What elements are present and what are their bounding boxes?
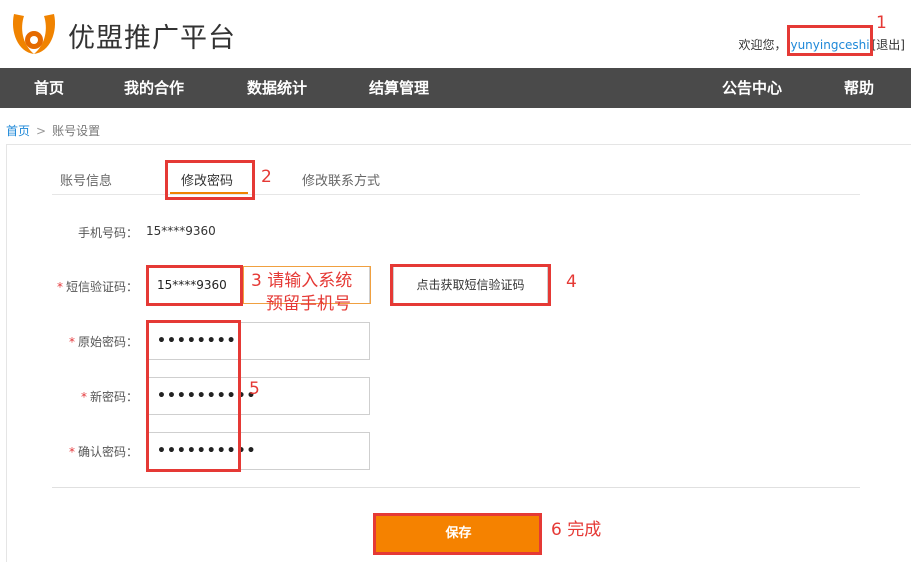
breadcrumb-current: 账号设置 [52, 124, 101, 138]
nav-item-settlement[interactable]: 结算管理 [369, 68, 429, 108]
old-password-label: * 原始密码： [68, 335, 138, 349]
annotation-number-1: 1 [876, 13, 887, 33]
nav-item-cooperation[interactable]: 我的合作 [124, 68, 184, 108]
annotation-text-6: 6 完成 [551, 520, 602, 540]
confirm-password-input[interactable]: •••••••••• [148, 432, 370, 470]
annotation-number-2: 2 [261, 167, 272, 187]
breadcrumb: 首页 > 账号设置 [6, 122, 100, 139]
confirm-password-label: * 确认密码： [68, 445, 138, 459]
tab-change-contact[interactable]: 修改联系方式 [302, 170, 380, 189]
sms-code-label: * 短信验证码： [56, 280, 138, 294]
form-divider [52, 487, 860, 488]
old-password-input[interactable]: •••••••• [148, 322, 370, 360]
tab-account-info[interactable]: 账号信息 [60, 170, 112, 189]
header: 优盟推广平台 欢迎您， yunyingceshi [退出] [0, 0, 911, 68]
nav-item-help[interactable]: 帮助 [844, 68, 874, 108]
required-mark: * [68, 335, 75, 349]
phone-value: 15****9360 [146, 224, 216, 238]
tabs-divider [52, 194, 860, 195]
required-mark: * [80, 390, 87, 404]
annotation-number-5: 5 [249, 379, 260, 399]
new-password-label: * 新密码： [80, 390, 138, 404]
breadcrumb-home[interactable]: 首页 [6, 124, 30, 138]
user-area: 欢迎您， yunyingceshi [退出] [738, 36, 905, 53]
main-nav: 首页 我的合作 数据统计 结算管理 公告中心 帮助 [0, 68, 911, 108]
username-link[interactable]: yunyingceshi [788, 38, 871, 52]
nav-item-statistics[interactable]: 数据统计 [247, 68, 307, 108]
tab-change-password[interactable]: 修改密码 [181, 170, 233, 189]
nav-item-home[interactable]: 首页 [34, 68, 64, 108]
nav-item-announcements[interactable]: 公告中心 [722, 68, 782, 108]
welcome-text: 欢迎您， [738, 38, 787, 52]
annotation-text-3-line2: 预留手机号 [266, 294, 351, 314]
logo-icon[interactable] [8, 10, 60, 56]
save-button[interactable]: 保存 [376, 515, 541, 553]
logout-link[interactable]: [退出] [872, 38, 905, 52]
required-mark: * [56, 280, 63, 294]
logo-text: 优盟推广平台 [68, 23, 236, 54]
settings-panel [6, 144, 911, 562]
required-mark: * [68, 445, 75, 459]
get-sms-code-button[interactable]: 点击获取短信验证码 [393, 266, 548, 304]
phone-label: 手机号码： [77, 226, 138, 240]
annotation-text-3-line1: 3 请输入系统 [251, 271, 353, 291]
breadcrumb-separator: > [36, 124, 47, 138]
annotation-number-4: 4 [566, 272, 577, 292]
